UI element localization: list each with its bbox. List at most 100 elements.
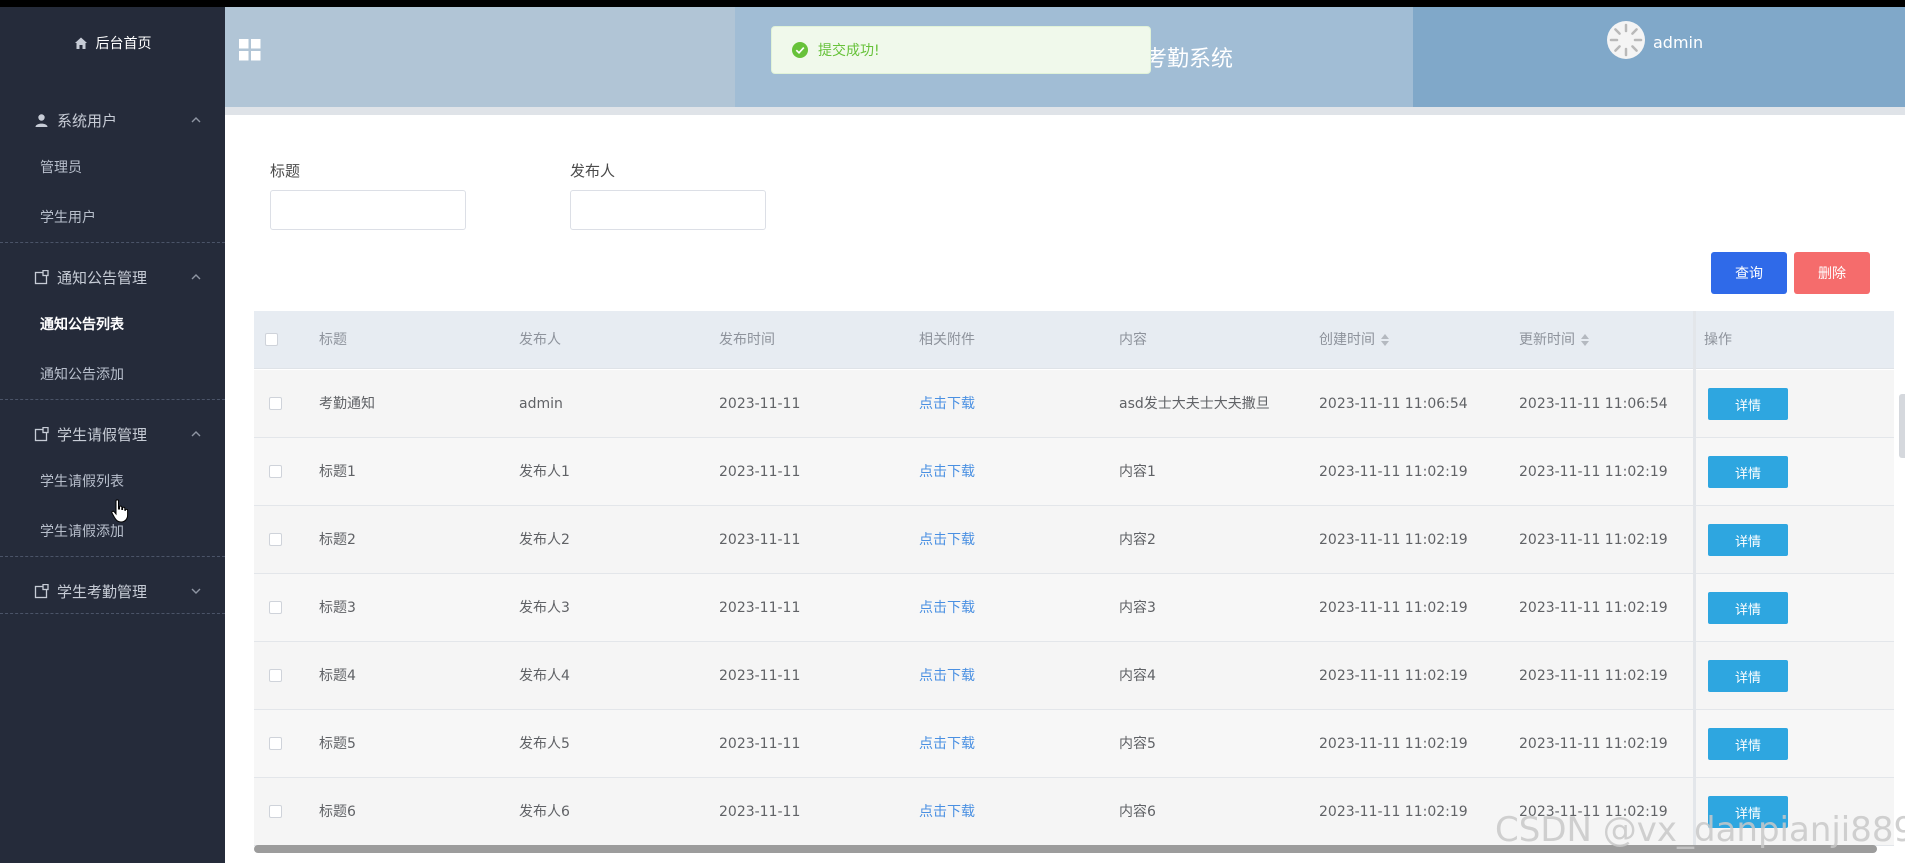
row-checkbox[interactable] <box>269 737 282 750</box>
sort-icon[interactable] <box>1381 333 1389 347</box>
cell-publish-time: 2023-11-11 <box>719 668 801 684</box>
home-icon <box>74 37 87 49</box>
detail-button[interactable]: 详情 <box>1708 388 1788 420</box>
cell-created: 2023-11-11 11:02:19 <box>1319 532 1468 548</box>
row-checkbox[interactable] <box>269 397 282 410</box>
cell-content: asd发士大夫士大夫撒旦 <box>1119 396 1270 412</box>
cell-publisher: 发布人2 <box>519 532 570 548</box>
download-link[interactable]: 点击下载 <box>919 574 975 642</box>
sidebar-divider <box>0 399 225 400</box>
sidebar-item-leave-add[interactable]: 学生请假添加 <box>40 521 124 543</box>
sidebar-divider <box>0 556 225 557</box>
row-checkbox[interactable] <box>269 805 282 818</box>
chevron-down-icon <box>191 588 201 594</box>
cell-publisher: 发布人4 <box>519 668 570 684</box>
sidebar-item-notice-list[interactable]: 通知公告列表 <box>40 314 124 336</box>
sidebar-item-student-users[interactable]: 学生用户 <box>40 207 96 229</box>
cell-content: 内容6 <box>1119 804 1156 820</box>
header-segment <box>1413 7 1905 107</box>
cell-title: 标题2 <box>319 532 356 548</box>
column-header-publish-time: 发布时间 <box>719 332 775 348</box>
chevron-up-icon <box>191 431 201 437</box>
document-icon <box>34 583 49 598</box>
sidebar-group-title: 学生请假管理 <box>57 425 148 444</box>
user-icon <box>35 113 48 127</box>
select-all-checkbox[interactable] <box>265 333 278 346</box>
cell-title: 标题1 <box>319 464 356 480</box>
column-header-attachment: 相关附件 <box>919 332 975 348</box>
column-header-created[interactable]: 创建时间 <box>1319 311 1389 369</box>
side-scroll-handle[interactable] <box>1899 394 1905 458</box>
detail-button[interactable]: 详情 <box>1708 456 1788 488</box>
sidebar-group-head[interactable]: 学生考勤管理 <box>0 575 225 607</box>
sidebar-group-head[interactable]: 通知公告管理 <box>0 261 225 293</box>
cell-publish-time: 2023-11-11 <box>719 804 801 820</box>
publisher-label: 发布人 <box>570 162 616 180</box>
row-checkbox[interactable] <box>269 533 282 546</box>
download-link[interactable]: 点击下载 <box>919 778 975 846</box>
detail-button[interactable]: 详情 <box>1708 524 1788 556</box>
column-header-updated-label: 更新时间 <box>1519 332 1575 348</box>
avatar[interactable] <box>1607 21 1645 59</box>
cell-publish-time: 2023-11-11 <box>719 464 801 480</box>
document-icon <box>34 269 49 284</box>
grid-menu-icon[interactable] <box>239 39 261 61</box>
cell-publisher: 发布人3 <box>519 600 570 616</box>
row-checkbox[interactable] <box>269 601 282 614</box>
cell-title: 考勤通知 <box>319 396 375 412</box>
hand-cursor-icon <box>111 499 129 523</box>
query-button[interactable]: 查询 <box>1711 252 1787 294</box>
sidebar-home[interactable]: 后台首页 <box>0 27 225 59</box>
sidebar-group-head[interactable]: 学生请假管理 <box>0 418 225 450</box>
header-shadow <box>225 107 1905 115</box>
download-link[interactable]: 点击下载 <box>919 642 975 710</box>
cell-created: 2023-11-11 11:06:54 <box>1319 396 1468 412</box>
table-row: 标题2 发布人2 2023-11-11 点击下载 内容2 2023-11-11 … <box>254 506 1894 574</box>
cell-updated: 2023-11-11 11:02:19 <box>1519 736 1668 752</box>
download-link[interactable]: 点击下载 <box>919 710 975 778</box>
column-header-actions: 操作 <box>1704 332 1732 348</box>
cell-publish-time: 2023-11-11 <box>719 736 801 752</box>
cell-publisher: 发布人5 <box>519 736 570 752</box>
sidebar-item-admin[interactable]: 管理员 <box>40 157 82 179</box>
publisher-search-input[interactable] <box>570 190 766 230</box>
cell-content: 内容2 <box>1119 532 1156 548</box>
download-link[interactable]: 点击下载 <box>919 438 975 506</box>
detail-button[interactable]: 详情 <box>1708 592 1788 624</box>
cell-title: 标题6 <box>319 804 356 820</box>
sidebar-item-leave-list[interactable]: 学生请假列表 <box>40 471 124 493</box>
column-header-updated[interactable]: 更新时间 <box>1519 311 1589 369</box>
sidebar-group-title: 通知公告管理 <box>57 268 148 287</box>
cell-title: 标题4 <box>319 668 356 684</box>
cell-updated: 2023-11-11 11:02:19 <box>1519 668 1668 684</box>
download-link[interactable]: 点击下载 <box>919 506 975 574</box>
cell-content: 内容5 <box>1119 736 1156 752</box>
toast-message: 提交成功! <box>818 43 880 59</box>
cell-publisher: 发布人1 <box>519 464 570 480</box>
cell-created: 2023-11-11 11:02:19 <box>1319 668 1468 684</box>
delete-button[interactable]: 删除 <box>1794 252 1870 294</box>
cell-content: 内容4 <box>1119 668 1156 684</box>
sort-icon[interactable] <box>1581 333 1589 347</box>
sidebar-divider <box>0 613 225 614</box>
download-link[interactable]: 点击下载 <box>919 370 975 438</box>
app-title: 考勤系统 <box>1145 47 1234 72</box>
username[interactable]: admin <box>1653 33 1703 52</box>
title-label: 标题 <box>270 162 301 180</box>
sidebar-group-title: 系统用户 <box>57 111 118 130</box>
detail-button[interactable]: 详情 <box>1708 728 1788 760</box>
sidebar-group-head[interactable]: 系统用户 <box>0 104 225 136</box>
title-search-input[interactable] <box>270 190 466 230</box>
fixed-column-divider <box>1693 311 1696 851</box>
cell-publisher: admin <box>519 396 563 412</box>
cell-created: 2023-11-11 11:02:19 <box>1319 600 1468 616</box>
table-row: 考勤通知 admin 2023-11-11 点击下载 asd发士大夫士大夫撒旦 … <box>254 370 1894 438</box>
sidebar-item-notice-add[interactable]: 通知公告添加 <box>40 364 124 386</box>
cell-updated: 2023-11-11 11:06:54 <box>1519 396 1668 412</box>
check-circle-icon <box>792 42 808 58</box>
detail-button[interactable]: 详情 <box>1708 660 1788 692</box>
row-checkbox[interactable] <box>269 465 282 478</box>
column-header-title: 标题 <box>319 332 347 348</box>
row-checkbox[interactable] <box>269 669 282 682</box>
success-toast: 提交成功! <box>771 26 1151 74</box>
